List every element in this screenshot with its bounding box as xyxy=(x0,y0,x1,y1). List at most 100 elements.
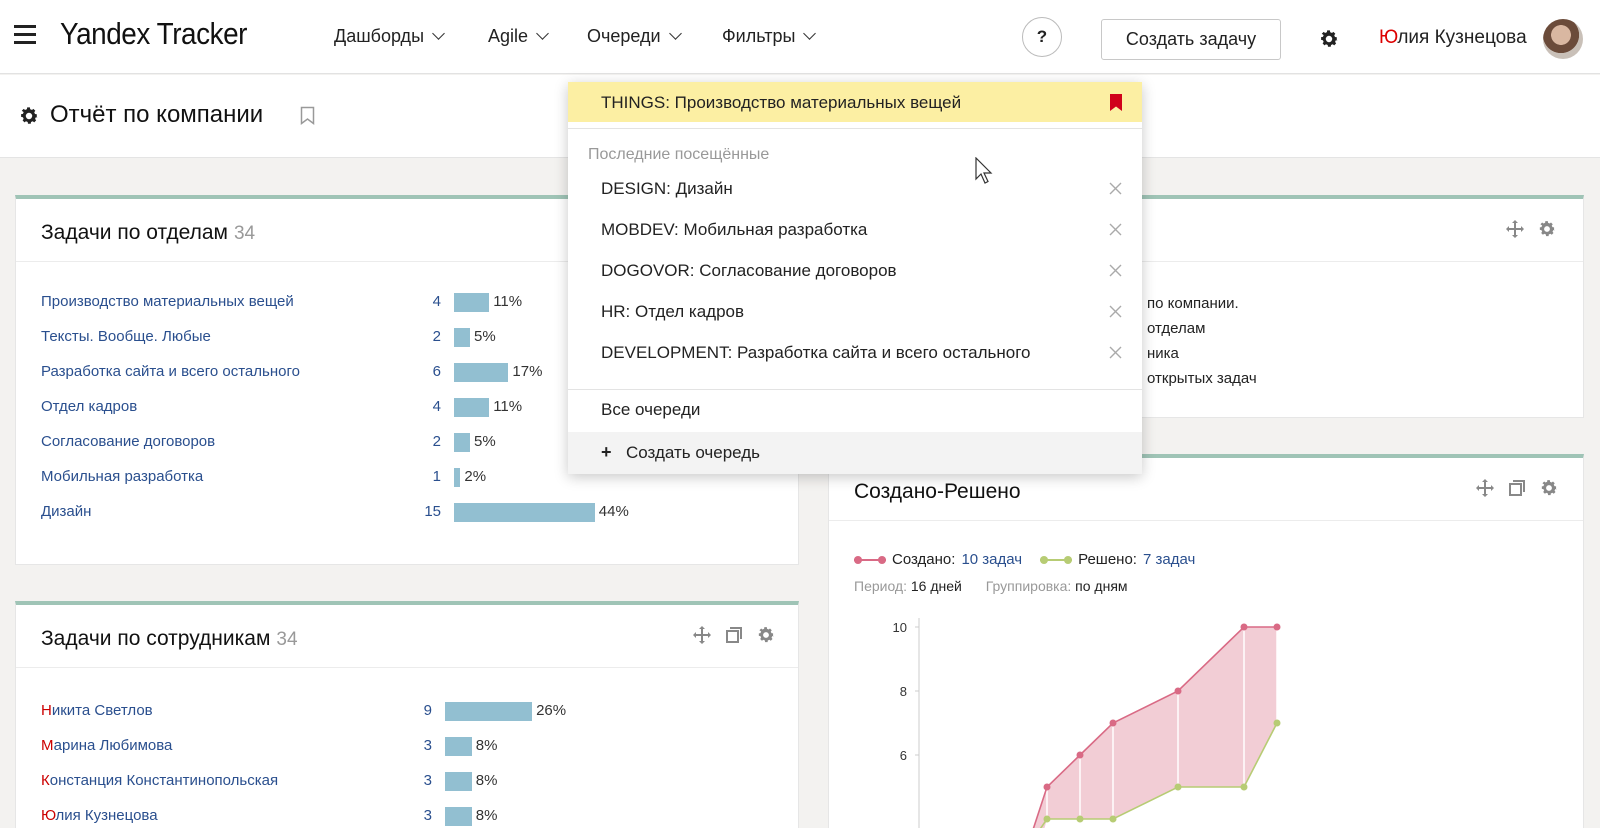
department-link[interactable]: Производство материальных вещей xyxy=(41,293,294,310)
widget-count: 34 xyxy=(276,629,298,650)
employee-link[interactable]: Никита Светлов xyxy=(41,702,153,719)
bookmark-filled-icon[interactable] xyxy=(1109,94,1123,111)
task-count[interactable]: 4 xyxy=(411,398,441,415)
task-count[interactable]: 2 xyxy=(411,433,441,450)
recent-queue-label: DESIGN: Дизайн xyxy=(601,179,733,198)
task-count[interactable]: 3 xyxy=(402,772,432,789)
info-line: ника xyxy=(1147,345,1179,362)
all-queues-item[interactable]: Все очереди xyxy=(568,390,1142,430)
share-percent: 8% xyxy=(475,807,498,824)
bookmark-icon[interactable] xyxy=(300,106,315,125)
share-percent: 11% xyxy=(493,293,523,310)
gear-icon[interactable] xyxy=(756,625,776,645)
move-icon[interactable] xyxy=(1505,219,1525,239)
menu-icon[interactable] xyxy=(14,25,36,45)
period-value: 16 дней xyxy=(910,578,962,594)
department-link[interactable]: Согласование договоров xyxy=(41,433,215,450)
task-count[interactable]: 9 xyxy=(402,702,432,719)
close-icon[interactable] xyxy=(1108,181,1123,196)
data-point-created xyxy=(1109,719,1117,727)
app-logo[interactable]: Yandex Tracker xyxy=(60,16,247,52)
data-point-resolved xyxy=(1076,815,1084,823)
close-icon[interactable] xyxy=(1108,263,1123,278)
task-count[interactable]: 6 xyxy=(411,363,441,380)
move-icon[interactable] xyxy=(692,625,712,645)
widget-title: Задачи по отделам 34 xyxy=(41,221,255,245)
employee-link[interactable]: Юлия Кузнецова xyxy=(41,807,158,824)
share-bar xyxy=(454,468,461,487)
share-percent: 5% xyxy=(474,433,496,450)
y-tick-label: 8 xyxy=(900,684,907,699)
task-count[interactable]: 2 xyxy=(411,328,441,345)
employee-name-rest: арина Любимова xyxy=(53,737,173,754)
department-link[interactable]: Тексты. Вообще. Любые xyxy=(41,328,211,345)
task-count[interactable]: 3 xyxy=(402,807,432,824)
share-bar xyxy=(445,772,472,791)
task-count[interactable]: 3 xyxy=(402,737,432,754)
legend-resolved-value[interactable]: 7 задач xyxy=(1143,551,1195,568)
nav-queues-label: Очереди xyxy=(587,26,661,46)
share-bar xyxy=(454,293,490,312)
share-percent: 8% xyxy=(475,772,498,789)
nav-dashboards[interactable]: Дашборды xyxy=(334,26,445,47)
task-count[interactable]: 4 xyxy=(411,293,441,310)
legend-marker-resolved xyxy=(1040,555,1073,565)
user-name[interactable]: Юлия Кузнецова xyxy=(1379,27,1527,49)
data-point-created xyxy=(1043,783,1051,791)
legend-created-value[interactable]: 10 задач xyxy=(961,551,1022,568)
queues-dropdown: THINGS: Производство материальных вещей … xyxy=(568,82,1142,474)
department-link[interactable]: Дизайн xyxy=(41,503,91,520)
gear-icon[interactable] xyxy=(1539,478,1559,498)
data-point-resolved xyxy=(1174,783,1182,791)
create-task-button[interactable]: Создать задачу xyxy=(1101,19,1281,60)
nav-filters[interactable]: Фильтры xyxy=(722,26,817,47)
y-tick-label: 6 xyxy=(900,748,907,763)
chevron-down-icon xyxy=(536,27,549,40)
data-point-created xyxy=(1076,751,1084,759)
department-link[interactable]: Мобильная разработка xyxy=(41,468,203,485)
recent-queue-item[interactable]: MOBDEV: Мобильная разработка xyxy=(568,210,1142,250)
share-percent: 8% xyxy=(475,737,498,754)
task-count[interactable]: 15 xyxy=(411,503,441,520)
copy-icon[interactable] xyxy=(1507,478,1527,498)
help-button[interactable]: ? xyxy=(1022,17,1062,57)
department-link[interactable]: Отдел кадров xyxy=(41,398,137,415)
employee-link[interactable]: Марина Любимова xyxy=(41,737,172,754)
gear-icon[interactable] xyxy=(1537,219,1557,239)
data-point-resolved xyxy=(1043,815,1051,823)
recent-queue-item[interactable]: DEVELOPMENT: Разработка сайта и всего ос… xyxy=(568,333,1142,373)
recent-queue-item[interactable]: DESIGN: Дизайн xyxy=(568,169,1142,209)
recent-header: Последние посещённые xyxy=(588,146,770,163)
info-line: открытых задач xyxy=(1147,370,1257,387)
close-icon[interactable] xyxy=(1108,304,1123,319)
share-bar xyxy=(445,807,472,826)
recent-queue-label: DOGOVOR: Согласование договоров xyxy=(601,261,897,280)
department-link[interactable]: Разработка сайта и всего остального xyxy=(41,363,300,380)
share-percent: 5% xyxy=(474,328,496,345)
all-queues-label: Все очереди xyxy=(601,400,701,419)
legend-created-label: Создано: xyxy=(892,551,956,568)
employee-initial: Н xyxy=(41,702,52,719)
task-count[interactable]: 1 xyxy=(411,468,441,485)
recent-queue-item[interactable]: DOGOVOR: Согласование договоров xyxy=(568,251,1142,291)
share-bar xyxy=(454,363,509,382)
close-icon[interactable] xyxy=(1108,345,1123,360)
settings-gear-icon[interactable] xyxy=(18,105,40,127)
employee-link[interactable]: Констанция Константинопольская xyxy=(41,772,278,789)
widget-employees: Задачи по сотрудникам 34 Никита Светлов 9 2… xyxy=(15,601,799,828)
gear-icon[interactable] xyxy=(1318,28,1340,50)
copy-icon[interactable] xyxy=(724,625,744,645)
move-icon[interactable] xyxy=(1475,478,1495,498)
data-point-created xyxy=(1273,623,1281,631)
nav-queues[interactable]: Очереди xyxy=(587,26,682,47)
legend-resolved-label: Решено: xyxy=(1078,551,1137,568)
recent-queue-item[interactable]: HR: Отдел кадров xyxy=(568,292,1142,332)
favorite-queue-item[interactable]: THINGS: Производство материальных вещей xyxy=(568,82,1142,122)
table-row: Дизайн 15 44% xyxy=(41,503,781,523)
widget-title: Задачи по сотрудникам 34 xyxy=(41,627,298,651)
table-row: Юлия Кузнецова 3 8% xyxy=(41,807,781,827)
create-queue-item[interactable]: + Создать очередь xyxy=(568,432,1142,474)
avatar[interactable] xyxy=(1543,19,1583,59)
close-icon[interactable] xyxy=(1108,222,1123,237)
nav-agile[interactable]: Agile xyxy=(488,26,549,47)
